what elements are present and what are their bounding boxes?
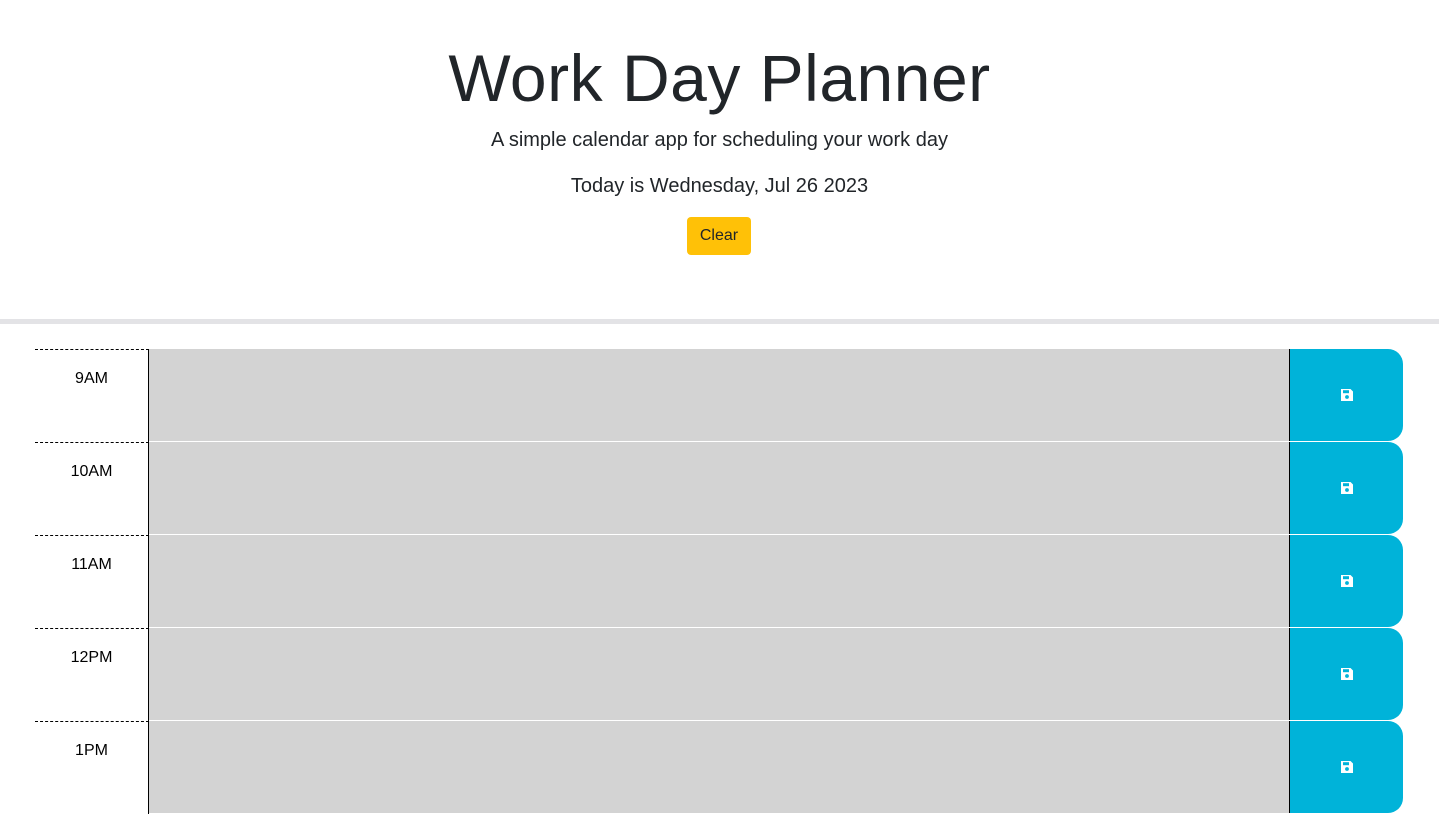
floppy-disk-icon	[1340, 389, 1353, 401]
hour-label: 10AM	[35, 442, 149, 535]
clear-button[interactable]: Clear	[687, 217, 751, 255]
save-button[interactable]	[1289, 349, 1403, 441]
header: Work Day Planner A simple calendar app f…	[0, 0, 1439, 319]
timeblock-row: 12PM	[35, 628, 1403, 721]
page-title: Work Day Planner	[448, 41, 991, 115]
event-description-field[interactable]	[149, 442, 1289, 535]
save-button[interactable]	[1289, 721, 1403, 813]
floppy-disk-icon	[1340, 482, 1353, 494]
floppy-disk-icon	[1340, 761, 1353, 773]
hour-label: 1PM	[35, 721, 149, 814]
hour-label: 11AM	[35, 535, 149, 628]
event-description-field[interactable]	[149, 349, 1289, 442]
timeblock-row: 11AM	[35, 535, 1403, 628]
save-button[interactable]	[1289, 535, 1403, 627]
page-subtitle: A simple calendar app for scheduling you…	[491, 129, 948, 151]
current-date: Today is Wednesday, Jul 26 2023	[570, 175, 869, 197]
event-description-field[interactable]	[149, 721, 1289, 814]
timeblock-row: 1PM	[35, 721, 1403, 814]
hour-label: 9AM	[35, 349, 149, 442]
save-button[interactable]	[1289, 628, 1403, 720]
floppy-disk-icon	[1340, 575, 1353, 587]
event-description-field[interactable]	[149, 628, 1289, 721]
save-button[interactable]	[1289, 442, 1403, 534]
header-divider	[0, 319, 1439, 324]
timeblock-row: 9AM	[35, 349, 1403, 442]
timeblock-list: 9AM 10AM 11AM 12PM 1PM	[35, 349, 1403, 814]
hour-label: 12PM	[35, 628, 149, 721]
floppy-disk-icon	[1340, 668, 1353, 680]
event-description-field[interactable]	[149, 535, 1289, 628]
timeblock-row: 10AM	[35, 442, 1403, 535]
